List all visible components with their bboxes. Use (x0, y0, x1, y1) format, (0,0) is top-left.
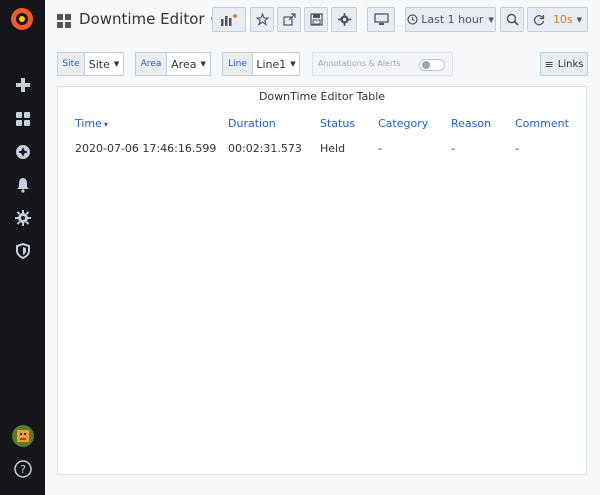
cell-category: - (378, 142, 382, 155)
annotations-alerts-toggle-group: Annotations & Alerts (312, 52, 453, 76)
variable-label-site: Site (57, 52, 85, 76)
chevron-down-icon: ▼ (290, 60, 296, 68)
grafana-logo-icon[interactable] (9, 6, 35, 32)
dashboard-grid-icon (57, 13, 71, 28)
add-panel-button[interactable] (212, 7, 246, 32)
column-header-comment[interactable]: Comment (515, 117, 569, 130)
variable-value-area: Area (171, 57, 197, 71)
annotations-alerts-toggle[interactable] (419, 59, 445, 71)
monitor-icon (373, 13, 389, 25)
alerting-bell-icon[interactable] (0, 170, 45, 200)
cell-comment: - (515, 142, 519, 155)
variable-select-site[interactable]: Site ▼ (85, 52, 124, 76)
variable-label-line: Line (222, 52, 253, 76)
save-dashboard-button[interactable] (304, 7, 328, 32)
template-variables-bar: Site Site ▼ Area Area ▼ Line Line1 ▼ Annota… (45, 50, 600, 78)
star-icon (255, 13, 269, 26)
column-header-category[interactable]: Category (378, 117, 428, 130)
clock-icon (407, 14, 418, 25)
refresh-picker[interactable]: 10s ▼ (527, 7, 588, 32)
dashboard-navbar: Downtime Editor▼ Last 1 hour ▼ 10s ▼ (45, 0, 600, 42)
user-avatar[interactable] (0, 421, 45, 451)
column-header-time[interactable]: Time ▾ (75, 117, 108, 130)
gear-icon (337, 13, 351, 26)
sort-desc-icon: ▾ (103, 120, 108, 129)
plus-icon[interactable] (0, 70, 45, 100)
variable-label-area: Area (135, 52, 167, 76)
annotations-alerts-label: Annotations & Alerts (318, 59, 401, 68)
dashboard-title[interactable]: Downtime Editor▼ (79, 10, 218, 28)
variable-value-line: Line1 (256, 57, 287, 71)
dashboard-links-button[interactable]: ≡ Links (540, 52, 588, 76)
configuration-gear-icon[interactable] (0, 203, 45, 233)
variable-value-site: Site (88, 57, 110, 71)
column-header-reason[interactable]: Reason (451, 117, 491, 130)
chevron-down-icon: ▼ (488, 15, 494, 24)
cell-time: 2020-07-06 17:46:16.599 (75, 142, 217, 155)
dashboard-settings-button[interactable] (331, 7, 357, 32)
column-header-status[interactable]: Status (320, 117, 355, 130)
toggle-knob (422, 61, 430, 69)
time-range-picker[interactable]: Last 1 hour ▼ (405, 7, 496, 32)
dashboard-title-text: Downtime Editor (79, 10, 205, 28)
time-range-label: Last 1 hour (421, 13, 484, 26)
variable-select-line[interactable]: Line1 ▼ (253, 52, 300, 76)
refresh-interval-label: 10s (552, 13, 573, 26)
save-icon (309, 13, 323, 26)
help-icon[interactable]: ? (0, 454, 45, 484)
share-icon (282, 13, 296, 26)
zoom-out-button[interactable] (500, 7, 524, 32)
add-panel-icon (221, 13, 237, 26)
cell-reason: - (451, 142, 455, 155)
chevron-down-icon: ▼ (576, 15, 583, 24)
panel-title[interactable]: DownTime Editor Table (58, 90, 586, 103)
tv-mode-button[interactable] (367, 7, 395, 32)
server-admin-shield-icon[interactable] (0, 236, 45, 266)
dashboards-icon[interactable] (0, 104, 45, 134)
explore-icon[interactable] (0, 137, 45, 167)
cell-duration: 00:02:31.573 (228, 142, 302, 155)
hamburger-menu-icon: ≡ (544, 57, 554, 71)
search-icon (506, 13, 519, 26)
help-label: ? (20, 463, 26, 476)
chevron-down-icon: ▼ (113, 60, 120, 68)
column-header-duration[interactable]: Duration (228, 117, 276, 130)
cell-status: Held (320, 142, 346, 155)
chevron-down-icon: ▼ (200, 60, 206, 68)
sidebar: ? (0, 0, 45, 495)
variable-select-area[interactable]: Area ▼ (167, 52, 211, 76)
star-button[interactable] (250, 7, 274, 32)
downtime-editor-table-panel: DownTime Editor Table Time ▾ Duration Sta… (57, 86, 587, 475)
links-label: Links (557, 58, 584, 70)
refresh-icon (533, 14, 545, 25)
share-button[interactable] (277, 7, 301, 32)
